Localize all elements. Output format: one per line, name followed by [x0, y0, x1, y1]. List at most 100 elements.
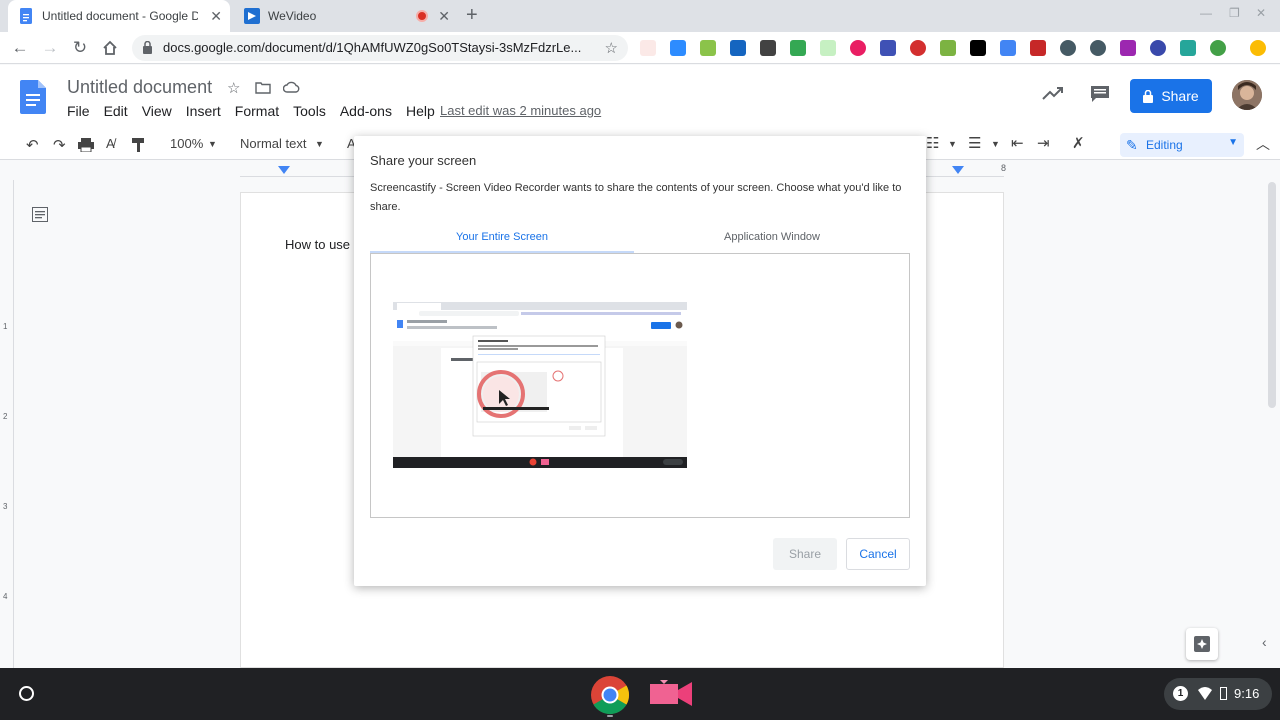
- redo-icon[interactable]: ↷: [53, 136, 66, 154]
- entire-screen-thumbnail[interactable]: [393, 302, 687, 468]
- extension-translate-icon[interactable]: [1000, 40, 1016, 56]
- extension-icon[interactable]: [1180, 40, 1196, 56]
- extension-k-icon[interactable]: [1150, 40, 1166, 56]
- clear-formatting-icon[interactable]: ✗: [1072, 134, 1085, 152]
- recording-indicator-icon: [416, 10, 428, 22]
- extension-screencastify-icon[interactable]: [640, 40, 656, 56]
- dialog-cancel-button[interactable]: Cancel: [846, 538, 910, 570]
- bulleted-list-icon[interactable]: ☰: [968, 134, 981, 152]
- wevideo-favicon-icon: [244, 8, 260, 24]
- notification-count-badge[interactable]: 1: [1173, 686, 1188, 701]
- undo-icon[interactable]: ↶: [26, 136, 39, 154]
- dialog-share-button[interactable]: Share: [773, 538, 837, 570]
- move-folder-icon[interactable]: [255, 81, 271, 94]
- menu-format[interactable]: Format: [235, 103, 279, 119]
- share-button[interactable]: Share: [1130, 79, 1212, 113]
- restore-icon[interactable]: ❐: [1229, 6, 1240, 20]
- ruler-mark: 2: [3, 412, 8, 421]
- forward-icon[interactable]: →: [40, 38, 60, 58]
- home-icon[interactable]: [101, 39, 119, 57]
- extension-icon[interactable]: [820, 40, 836, 56]
- star-icon[interactable]: ☆: [227, 79, 240, 97]
- tab-entire-screen[interactable]: Your Entire Screen: [370, 231, 634, 243]
- zoom-select[interactable]: 100%: [170, 136, 203, 151]
- share-screen-dialog: Share your screen Screencastify - Screen…: [354, 136, 926, 586]
- extension-icon[interactable]: [1030, 40, 1046, 56]
- status-tray[interactable]: 1 9:16: [1164, 678, 1272, 710]
- tab-title: WeVideo: [268, 9, 317, 23]
- extension-puzzle-icon[interactable]: [1120, 40, 1136, 56]
- last-edit-link[interactable]: Last edit was 2 minutes ago: [440, 103, 601, 118]
- screencastify-app-icon[interactable]: [648, 678, 694, 710]
- activity-trend-icon[interactable]: [1042, 85, 1064, 101]
- address-bar[interactable]: docs.google.com/document/d/1QhAMfUWZ0gSo…: [132, 35, 628, 61]
- right-indent-marker-icon[interactable]: [952, 166, 964, 176]
- ruler-mark: 8: [1001, 163, 1007, 173]
- cloud-saved-icon[interactable]: [283, 81, 300, 93]
- chevron-down-icon: ▼: [991, 139, 1000, 149]
- menu-view[interactable]: View: [142, 103, 172, 119]
- tab-application-window[interactable]: Application Window: [640, 231, 904, 243]
- avatar[interactable]: [1232, 80, 1262, 110]
- left-indent-marker-icon[interactable]: [278, 166, 290, 176]
- print-icon[interactable]: [78, 138, 94, 152]
- collapse-menus-icon[interactable]: ︿: [1256, 134, 1270, 154]
- profile-update-icon[interactable]: [1250, 40, 1266, 56]
- menu-bar: File Edit View Insert Format Tools Add-o…: [67, 103, 449, 119]
- reload-icon[interactable]: ↻: [70, 38, 90, 58]
- lock-icon: [1143, 89, 1154, 103]
- extension-icon[interactable]: [880, 40, 896, 56]
- explore-button[interactable]: [1186, 628, 1218, 660]
- launcher-icon[interactable]: [19, 686, 34, 701]
- extension-icon[interactable]: [1210, 40, 1226, 56]
- close-tab-icon[interactable]: ✕: [210, 8, 222, 24]
- extension-icon[interactable]: [760, 40, 776, 56]
- extension-shield-icon[interactable]: [1060, 40, 1076, 56]
- extension-zoom-icon[interactable]: [670, 40, 686, 56]
- vertical-ruler: 1 2 3 4: [0, 180, 14, 668]
- chromeos-shelf: 1 9:16: [0, 668, 1280, 720]
- style-select[interactable]: Normal text: [240, 136, 306, 151]
- tab-wevideo[interactable]: WeVideo ✕: [236, 0, 458, 32]
- menu-insert[interactable]: Insert: [186, 103, 221, 119]
- chrome-app-icon[interactable]: [590, 675, 630, 715]
- close-tab-icon[interactable]: ✕: [438, 8, 450, 24]
- extension-icon[interactable]: [940, 40, 956, 56]
- scrollbar[interactable]: [1268, 182, 1276, 408]
- menu-edit[interactable]: Edit: [104, 103, 128, 119]
- menu-tools[interactable]: Tools: [293, 103, 326, 119]
- menu-help[interactable]: Help: [406, 103, 435, 119]
- back-icon[interactable]: ←: [10, 38, 30, 58]
- tab-google-docs[interactable]: Untitled document - Google Docs ✕: [8, 0, 230, 32]
- extension-shield-icon[interactable]: [1090, 40, 1106, 56]
- bookmark-star-icon[interactable]: ☆: [605, 39, 618, 57]
- paint-format-icon[interactable]: [132, 138, 146, 152]
- chevron-left-icon[interactable]: ‹: [1262, 634, 1267, 650]
- extension-icon[interactable]: [910, 40, 926, 56]
- editing-mode-select[interactable]: ✎ Editing ▼: [1120, 133, 1244, 157]
- tab-title: Untitled document - Google Docs: [42, 9, 198, 23]
- document-body-text[interactable]: How to use: [285, 237, 350, 252]
- extension-color-icon[interactable]: [850, 40, 866, 56]
- close-window-icon[interactable]: ✕: [1256, 6, 1266, 20]
- menu-addons[interactable]: Add-ons: [340, 103, 392, 119]
- extension-icon[interactable]: [730, 40, 746, 56]
- chevron-down-icon: ▼: [208, 139, 217, 149]
- extension-icon[interactable]: [790, 40, 806, 56]
- minimize-icon[interactable]: —: [1200, 6, 1212, 20]
- wifi-icon: [1198, 687, 1212, 700]
- increase-indent-icon[interactable]: ⇥: [1037, 134, 1050, 152]
- dialog-title: Share your screen: [370, 153, 477, 168]
- url-text: docs.google.com/document/d/1QhAMfUWZ0gSo…: [163, 40, 582, 55]
- document-outline-icon[interactable]: [32, 207, 48, 222]
- google-docs-logo-icon[interactable]: [20, 80, 46, 114]
- spellcheck-icon[interactable]: A̸: [106, 136, 115, 151]
- menu-file[interactable]: File: [67, 103, 90, 119]
- document-title[interactable]: Untitled document: [67, 77, 212, 98]
- decrease-indent-icon[interactable]: ⇤: [1011, 134, 1024, 152]
- comment-history-icon[interactable]: [1090, 85, 1110, 103]
- checklist-icon[interactable]: ☷: [926, 134, 939, 152]
- extension-play-icon[interactable]: [970, 40, 986, 56]
- new-tab-button[interactable]: +: [466, 4, 478, 27]
- extension-icon[interactable]: [700, 40, 716, 56]
